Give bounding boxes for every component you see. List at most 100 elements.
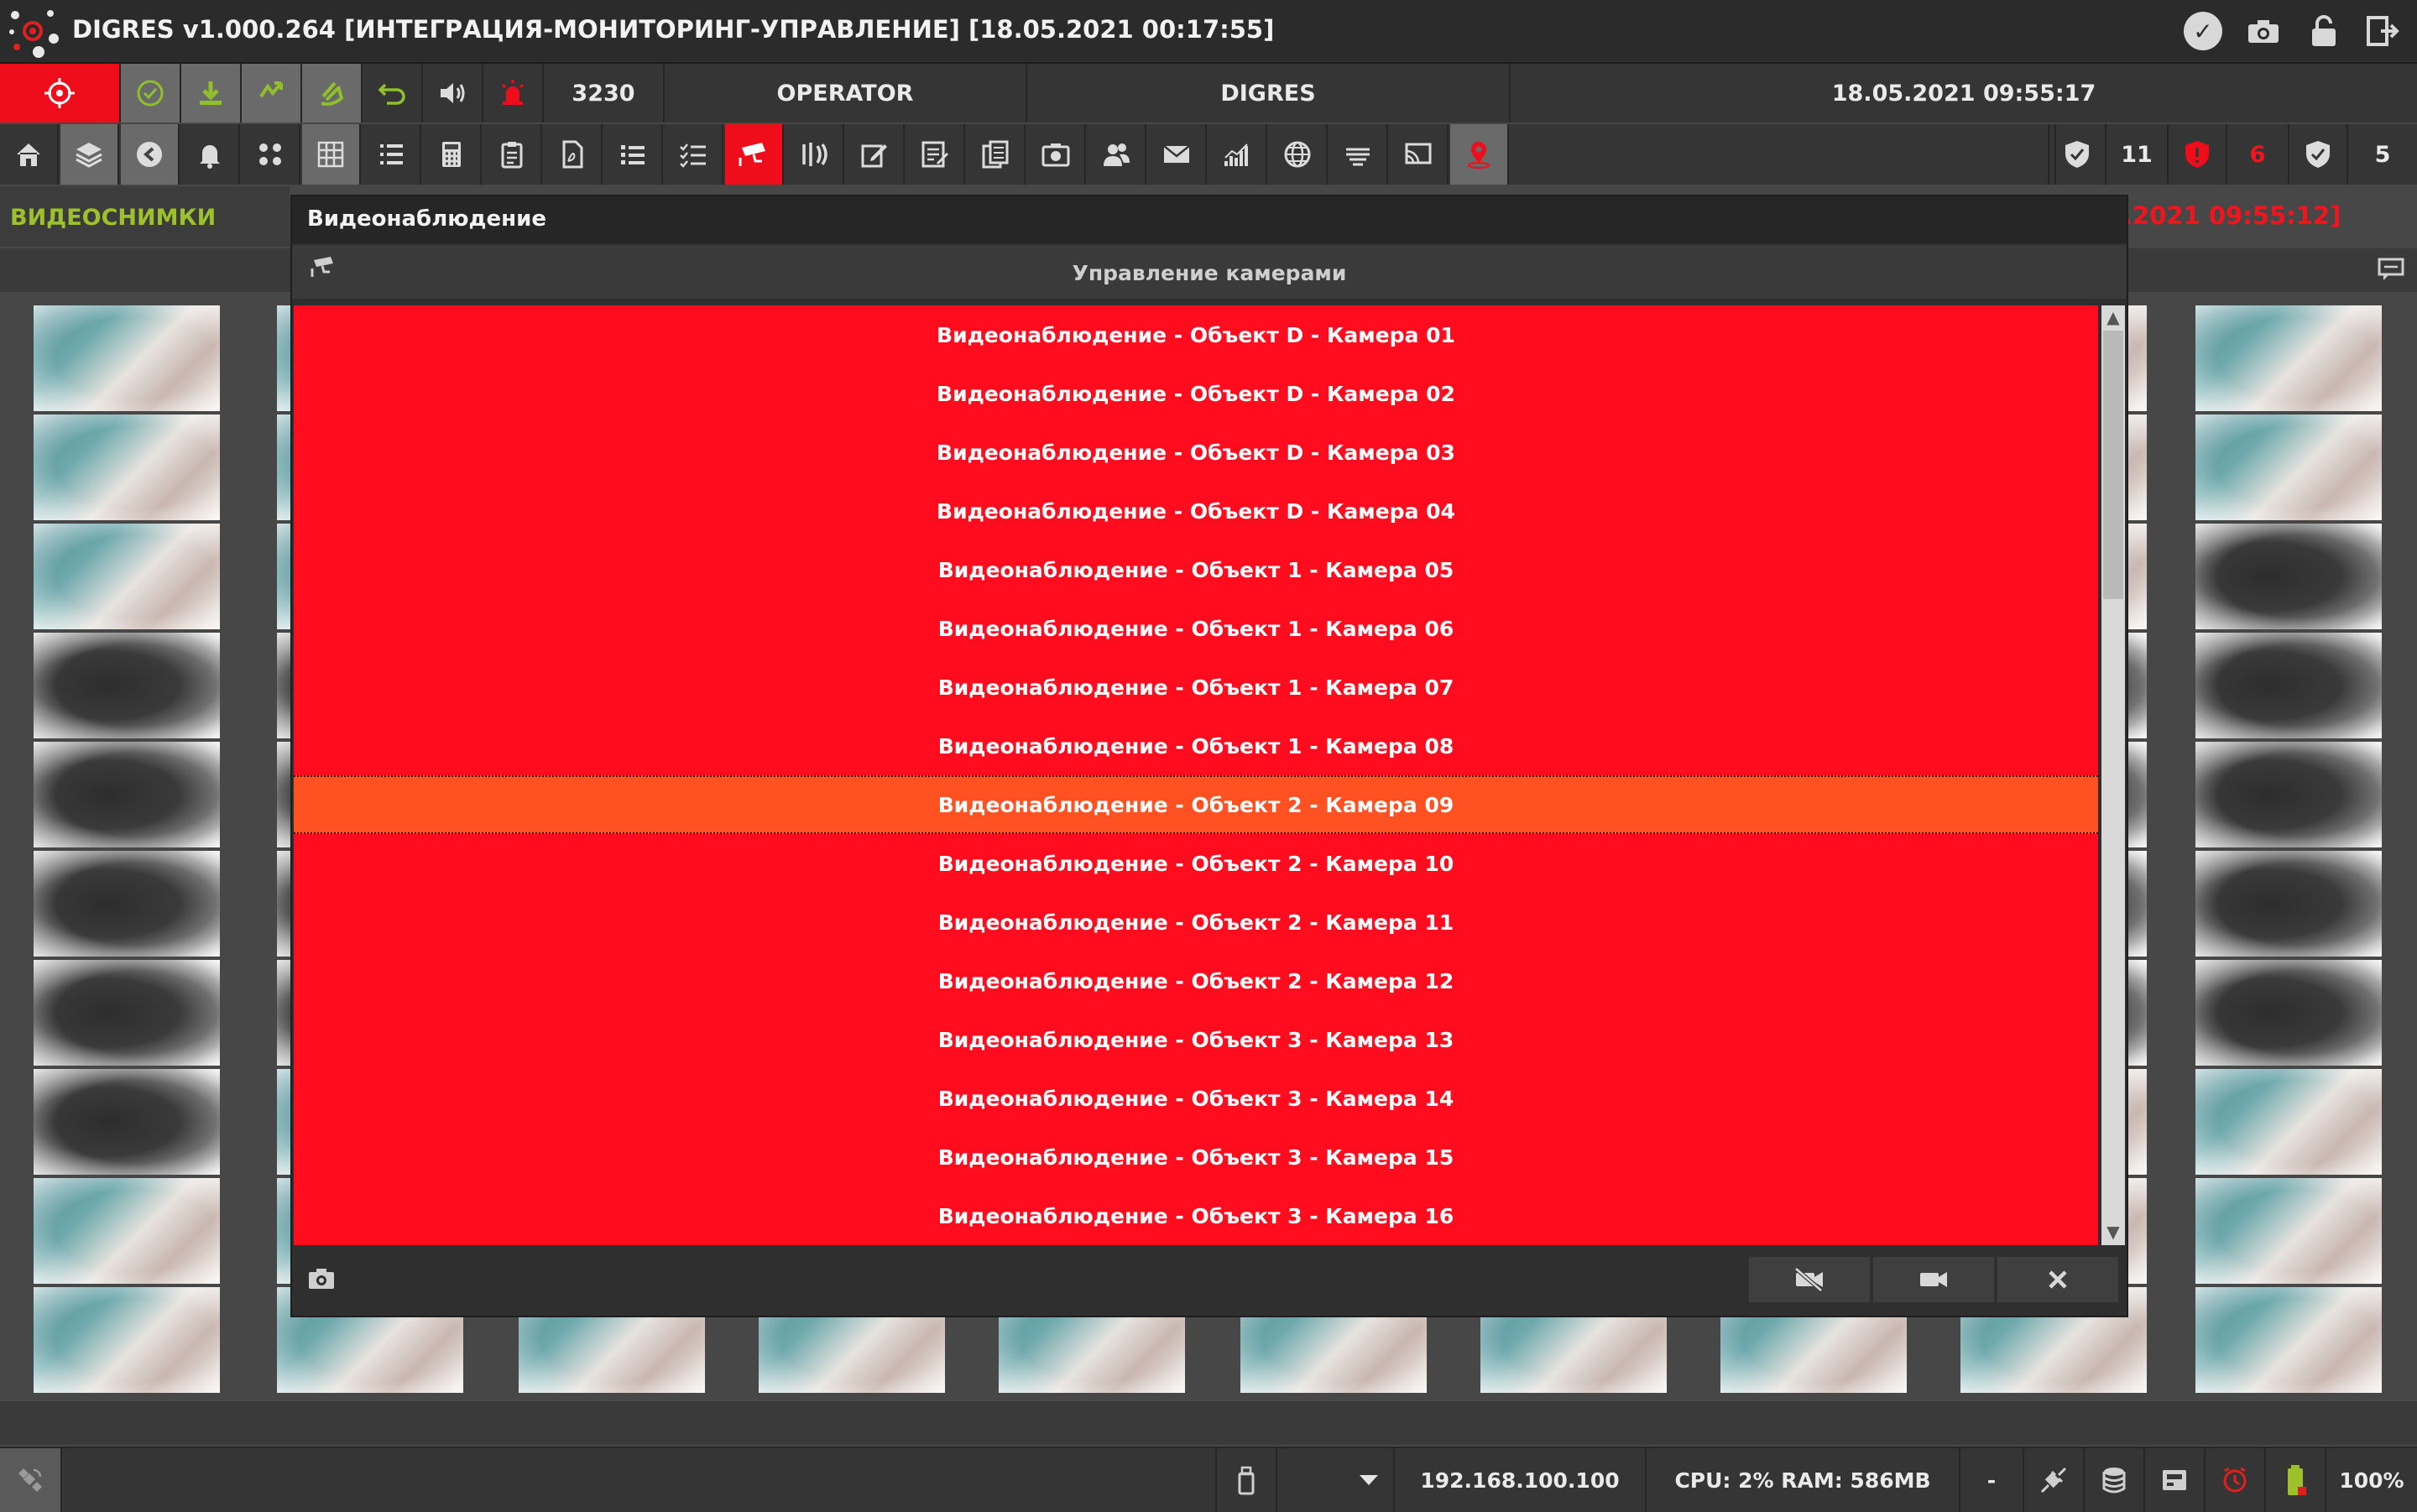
- scroll-up-arrow[interactable]: ▲: [2101, 307, 2125, 329]
- camera-list-item[interactable]: Видеонаблюдение - Объект D - Камера 03: [294, 423, 2098, 482]
- close-button[interactable]: [1997, 1257, 2118, 1302]
- camera-list-item[interactable]: Видеонаблюдение - Объект 2 - Камера 09: [294, 775, 2098, 834]
- target-button[interactable]: [0, 64, 121, 123]
- camera-list-item[interactable]: Видеонаблюдение - Объект 1 - Камера 06: [294, 599, 2098, 658]
- scroll-down-arrow[interactable]: ▼: [2101, 1222, 2125, 1243]
- dropdown-button[interactable]: [1277, 1448, 1395, 1512]
- camera-snapshot-thumbnail[interactable]: [2195, 742, 2382, 847]
- camera-snapshot-thumbnail[interactable]: [2195, 524, 2382, 629]
- grid-view-button[interactable]: [302, 124, 361, 185]
- satellite-button[interactable]: [0, 1448, 62, 1512]
- undo-button[interactable]: [363, 64, 423, 123]
- waves-icon: [802, 143, 827, 166]
- video-off-button[interactable]: [1749, 1257, 1870, 1302]
- camera-snapshot-thumbnail[interactable]: [34, 305, 220, 411]
- edit-button[interactable]: [846, 124, 905, 185]
- camera-list-item[interactable]: Видеонаблюдение - Объект 1 - Камера 08: [294, 717, 2098, 775]
- plug-icon: [2040, 1467, 2067, 1494]
- usb-button[interactable]: [1217, 1448, 1277, 1512]
- list-button[interactable]: [363, 124, 421, 185]
- camera-list-item[interactable]: Видеонаблюдение - Объект 3 - Камера 16: [294, 1186, 2098, 1245]
- camera-snapshot-thumbnail[interactable]: [2195, 1069, 2382, 1175]
- camera-snapshot-thumbnail[interactable]: [2195, 633, 2382, 738]
- ventilation-button[interactable]: [786, 124, 844, 185]
- usb-drive-icon: [1238, 1466, 1255, 1495]
- camera-snapshot-thumbnail[interactable]: [2195, 1287, 2382, 1393]
- cctv-button[interactable]: [725, 124, 784, 185]
- camera-list-item[interactable]: Видеонаблюдение - Объект 2 - Камера 11: [294, 893, 2098, 952]
- snapshot-button[interactable]: [1027, 124, 1086, 185]
- shield-check-icon[interactable]: [2289, 124, 2348, 185]
- camera-snapshot-thumbnail[interactable]: [34, 960, 220, 1066]
- lock-icon[interactable]: [2305, 12, 2343, 50]
- scrollbar-thumb[interactable]: [2103, 331, 2123, 599]
- statistics-button[interactable]: [1208, 124, 1267, 185]
- download-button[interactable]: [181, 64, 242, 123]
- database-button[interactable]: [2085, 1448, 2145, 1512]
- lines-icon: [1346, 148, 1370, 166]
- report-button[interactable]: [906, 124, 965, 185]
- connection-button[interactable]: [2024, 1448, 2085, 1512]
- web-button[interactable]: [1269, 124, 1328, 185]
- check-circle-icon[interactable]: ✓: [2184, 12, 2222, 50]
- cast-button[interactable]: [1390, 124, 1449, 185]
- edit-icon: [861, 144, 887, 168]
- mail-button[interactable]: [1148, 124, 1207, 185]
- camera-snapshot-thumbnail[interactable]: [2195, 305, 2382, 411]
- envelope-icon: [1163, 145, 1190, 163]
- video-on-button[interactable]: [1873, 1257, 1994, 1302]
- camera-list-item[interactable]: Видеонаблюдение - Объект 2 - Камера 12: [294, 952, 2098, 1010]
- calculator-button[interactable]: [423, 124, 482, 185]
- notifications-button[interactable]: [181, 124, 240, 185]
- camera-snapshot-thumbnail[interactable]: [2195, 960, 2382, 1066]
- confirm-button[interactable]: [121, 64, 181, 123]
- camera-snapshot-thumbnail[interactable]: [2195, 1178, 2382, 1284]
- camera-list-item[interactable]: Видеонаблюдение - Объект 1 - Камера 05: [294, 540, 2098, 599]
- camera-snapshot-thumbnail[interactable]: [34, 524, 220, 629]
- shield-alert-icon[interactable]: [2169, 124, 2227, 185]
- server-button[interactable]: [2145, 1448, 2206, 1512]
- camera-snapshot-thumbnail[interactable]: [34, 742, 220, 847]
- battery-indicator: [2266, 1448, 2326, 1512]
- map-pin-button[interactable]: [1450, 124, 1509, 185]
- camera-list-item[interactable]: Видеонаблюдение - Объект D - Камера 01: [294, 305, 2098, 364]
- home-button[interactable]: [0, 124, 59, 185]
- sync-button[interactable]: [242, 64, 302, 123]
- camera-snapshot-thumbnail[interactable]: [2195, 851, 2382, 957]
- camera-snapshot-thumbnail[interactable]: [34, 633, 220, 738]
- pdf-button[interactable]: [544, 124, 603, 185]
- back-button[interactable]: [121, 124, 180, 185]
- camera-list-item[interactable]: Видеонаблюдение - Объект 1 - Камера 07: [294, 658, 2098, 717]
- video-camera-icon: [1920, 1272, 1947, 1287]
- camera-snapshot-thumbnail[interactable]: [34, 414, 220, 520]
- camera-snapshot-thumbnail[interactable]: [34, 851, 220, 957]
- camera-list-item[interactable]: Видеонаблюдение - Объект D - Камера 04: [294, 482, 2098, 540]
- camera-list-item[interactable]: Видеонаблюдение - Объект 3 - Камера 13: [294, 1010, 2098, 1069]
- alarm-button[interactable]: [483, 64, 544, 123]
- exit-icon[interactable]: [2363, 12, 2402, 50]
- camera-list-item[interactable]: Видеонаблюдение - Объект 2 - Камера 10: [294, 834, 2098, 893]
- message-icon[interactable]: [2377, 257, 2405, 289]
- timer-button[interactable]: [2206, 1448, 2266, 1512]
- checklist-button[interactable]: [665, 124, 723, 185]
- hand-button[interactable]: [302, 64, 363, 123]
- filter-button[interactable]: [1329, 124, 1388, 185]
- camera-snapshot-thumbnail[interactable]: [34, 1287, 220, 1393]
- checklist-icon: [680, 143, 706, 168]
- users-button[interactable]: [1088, 124, 1146, 185]
- modules-button[interactable]: [242, 124, 300, 185]
- camera-list-item[interactable]: Видеонаблюдение - Объект D - Камера 02: [294, 364, 2098, 423]
- camera-snapshot-thumbnail[interactable]: [34, 1069, 220, 1175]
- numbered-list-button[interactable]: [604, 124, 663, 185]
- snapshot-camera-icon[interactable]: [307, 1267, 336, 1297]
- documents-button[interactable]: [967, 124, 1026, 185]
- layers-button[interactable]: [60, 124, 119, 185]
- camera-snapshot-thumbnail[interactable]: [34, 1178, 220, 1284]
- sound-button[interactable]: [423, 64, 483, 123]
- camera-snapshot-thumbnail[interactable]: [2195, 414, 2382, 520]
- camera-icon[interactable]: [2244, 12, 2283, 50]
- shield-check-icon[interactable]: [2048, 124, 2106, 185]
- camera-list-item[interactable]: Видеонаблюдение - Объект 3 - Камера 14: [294, 1069, 2098, 1128]
- camera-list-item[interactable]: Видеонаблюдение - Объект 3 - Камера 15: [294, 1128, 2098, 1186]
- clipboard-button[interactable]: [483, 124, 542, 185]
